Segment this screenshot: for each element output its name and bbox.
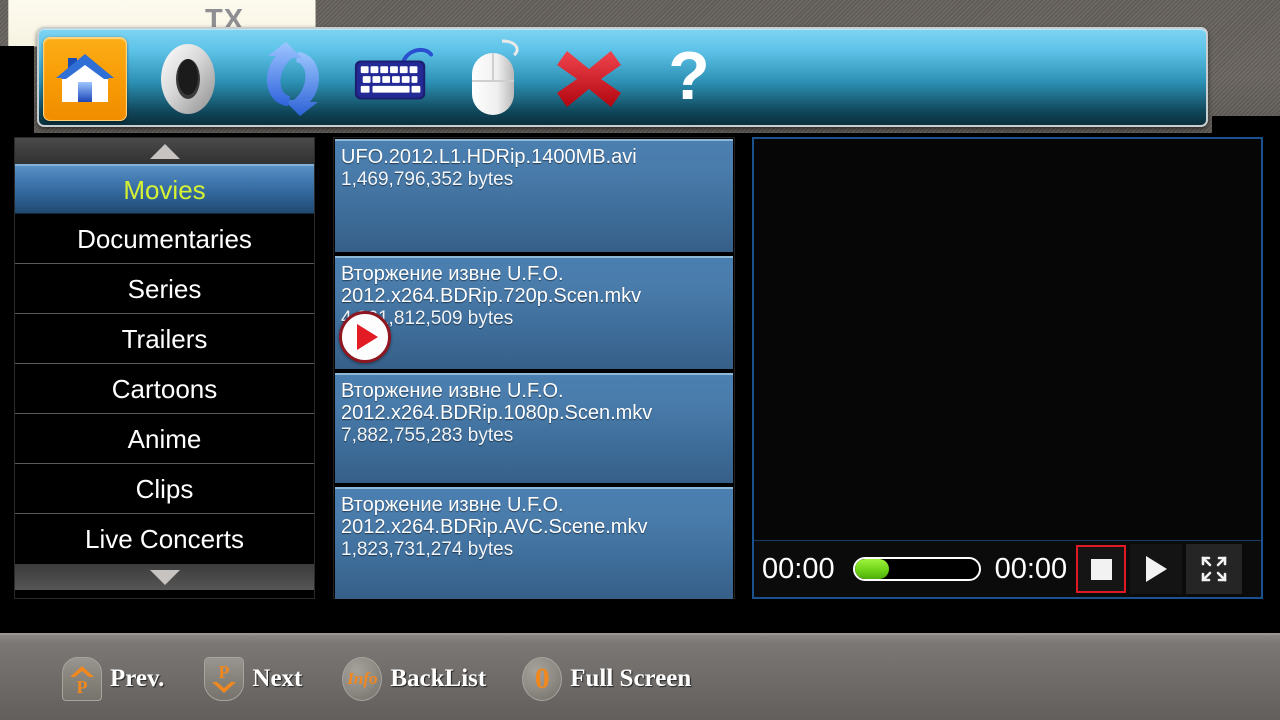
svg-text:?: ?: [668, 41, 710, 114]
home-icon: [43, 37, 127, 121]
main-content: Movies Documentaries Series Trailers Car…: [0, 133, 1280, 605]
scroll-up-arrow-icon: [149, 143, 180, 159]
video-player-panel: 00:00 00:00: [752, 137, 1263, 599]
fullscreen-button[interactable]: [1186, 544, 1243, 594]
play-icon: [1145, 556, 1167, 582]
file-size: 1,469,796,352 bytes: [341, 169, 514, 190]
list-item[interactable]: Вторжение извне U.F.O. 2012.x264.BDRip.1…: [335, 373, 733, 483]
file-size: 4,361,812,509 bytes: [341, 308, 514, 329]
toolbar-icon-row: ?: [39, 29, 1206, 125]
file-list: UFO.2012.L1.HDRip.1400MB.avi 1,469,796,3…: [333, 137, 735, 599]
file-name-line2: 2012.x264.BDRip.AVC.Scene.mkv: [341, 516, 648, 538]
page-down-key-icon: P: [204, 656, 245, 701]
list-item[interactable]: UFO.2012.L1.HDRip.1400MB.avi 1,469,796,3…: [335, 139, 733, 252]
sidebar-item-series[interactable]: Series: [15, 264, 314, 314]
sidebar-item-trailers[interactable]: Trailers: [15, 314, 314, 364]
bottom-hint-bar: P Prev. P Next Info BackList 0 Full Scre…: [0, 633, 1280, 720]
hint-next-label: Next: [252, 664, 303, 692]
category-sidebar: Movies Documentaries Series Trailers Car…: [14, 137, 315, 599]
file-name-line2: 2012.x264.BDRip.720p.Scen.mkv: [341, 285, 642, 307]
background-dark-strip-left: [0, 46, 34, 140]
elapsed-time: 00:00: [762, 552, 835, 585]
toolbar-button-close[interactable]: [547, 37, 631, 121]
video-controls-bar: 00:00 00:00: [754, 540, 1261, 597]
info-key-glyph: Info: [347, 668, 378, 688]
hint-prev-label: Prev.: [110, 664, 165, 692]
sidebar-scroll-up-button[interactable]: [15, 138, 314, 164]
hint-backlist-label: BackList: [390, 664, 487, 692]
file-size: 7,882,755,283 bytes: [341, 425, 514, 446]
file-name-line2: 2012.x264.BDRip.1080p.Scen.mkv: [341, 402, 653, 424]
file-name-line1: Вторжение извне U.F.O.: [341, 494, 564, 516]
stop-button[interactable]: [1076, 545, 1127, 593]
seek-progress-fill: [854, 559, 890, 579]
video-screen[interactable]: [754, 139, 1261, 541]
zero-key-glyph: 0: [534, 661, 550, 695]
info-key-icon: Info: [342, 656, 383, 701]
sidebar-item-clips[interactable]: Clips: [15, 464, 314, 514]
play-button[interactable]: [1130, 544, 1183, 594]
play-triangle-icon: [357, 324, 378, 350]
seek-slider[interactable]: [852, 557, 981, 581]
file-name-line1: UFO.2012.L1.HDRip.1400MB.avi: [341, 146, 637, 168]
hint-backlist[interactable]: Info BackList: [342, 635, 486, 720]
list-item[interactable]: Вторжение извне U.F.O. 2012.x264.BDRip.A…: [335, 487, 733, 599]
zero-key-icon: [161, 44, 215, 114]
file-size: 1,823,731,274 bytes: [341, 539, 514, 560]
scroll-down-arrow-icon: [149, 569, 180, 585]
keyboard-icon: [354, 47, 434, 100]
fullscreen-icon: [1201, 556, 1227, 582]
duration-time: 00:00: [994, 552, 1068, 585]
sidebar-item-cartoons[interactable]: Cartoons: [15, 364, 314, 414]
toolbar-button-keyboard[interactable]: [351, 37, 435, 121]
toolbar-button-zero[interactable]: [146, 37, 230, 121]
main-toolbar: ?: [37, 27, 1208, 127]
file-name-line1: Вторжение извне U.F.O.: [341, 380, 564, 402]
sidebar-item-anime[interactable]: Anime: [15, 414, 314, 464]
hint-fullscreen[interactable]: 0 Full Screen: [522, 635, 691, 720]
mouse-icon: [472, 39, 519, 115]
page-up-key-icon: P: [62, 656, 102, 701]
hint-fullscreen-label: Full Screen: [570, 664, 692, 692]
toolbar-button-home[interactable]: [43, 37, 127, 121]
now-playing-icon: [339, 311, 391, 363]
toolbar-button-refresh[interactable]: [251, 37, 335, 121]
category-menu: Movies Documentaries Series Trailers Car…: [15, 164, 314, 564]
sidebar-scroll-down-button[interactable]: [15, 564, 314, 590]
stop-icon: [1090, 558, 1112, 580]
svg-text:P: P: [219, 662, 230, 682]
zero-key-icon: 0: [522, 656, 563, 701]
refresh-sync-icon: [266, 42, 320, 116]
toolbar-button-mouse[interactable]: [451, 37, 535, 121]
list-item[interactable]: Вторжение извне U.F.O. 2012.x264.BDRip.7…: [335, 256, 733, 369]
close-x-icon: [557, 51, 621, 107]
hint-next[interactable]: P Next: [204, 635, 302, 720]
sidebar-item-movies[interactable]: Movies: [15, 164, 314, 214]
toolbar-button-help[interactable]: ?: [647, 37, 731, 121]
tv-media-browser-app: TX ? Movies Documentaries Series Trailer…: [0, 0, 1280, 720]
hint-prev[interactable]: P Prev.: [62, 635, 164, 720]
svg-text:P: P: [77, 677, 88, 696]
help-question-icon: ?: [668, 41, 710, 114]
sidebar-item-live-concerts[interactable]: Live Concerts: [15, 514, 314, 564]
sidebar-item-documentaries[interactable]: Documentaries: [15, 214, 314, 264]
file-name-line1: Вторжение извне U.F.O.: [341, 263, 564, 285]
